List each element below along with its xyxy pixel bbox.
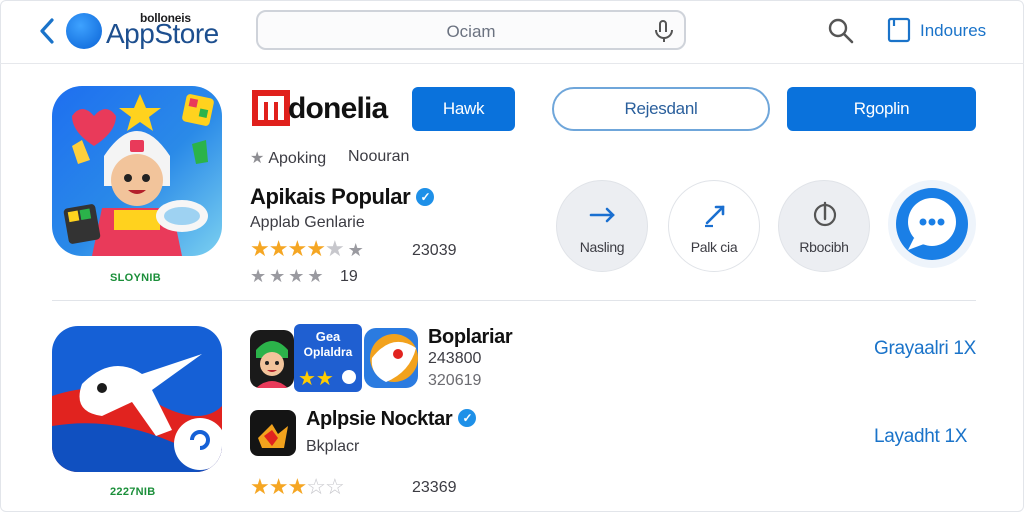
promo-stars: ★★ [298, 368, 334, 390]
mini-game-icon-3[interactable] [250, 410, 296, 456]
star-icon: ☆ [306, 474, 326, 499]
featured-secondary-stars: ★ ★ ★ ★ [250, 266, 324, 287]
search-input[interactable]: Ociam [256, 10, 686, 50]
second-app-caption: 2227NIB [110, 486, 156, 498]
action-palk-cia-label: Palk cia [690, 239, 738, 255]
star-icon: ☆ [324, 474, 345, 499]
featured-secondary-count: 19 [340, 268, 358, 285]
rgoplin-button[interactable]: Rgoplin [787, 87, 976, 131]
title-logo-mark-icon [252, 90, 290, 126]
featured-heading-text: Apikais Popular [250, 184, 411, 209]
mini-game-icon-1[interactable] [250, 330, 294, 388]
second-number-1: 243800 [428, 350, 482, 367]
side-link-2[interactable]: Layadht 1X [874, 426, 967, 448]
promo-badge-icon [342, 370, 356, 384]
microphone-icon[interactable] [652, 18, 676, 44]
star-icon: ★ [343, 240, 364, 260]
featured-subheading: Applab Genlarie [250, 214, 365, 231]
star-icon: ★ [250, 236, 270, 261]
star-icon: ★ [268, 474, 289, 499]
plane-app-icon[interactable] [52, 326, 222, 472]
promo-line-2: Oplaldra [303, 345, 353, 359]
document-icon[interactable] [886, 16, 912, 44]
star-icon: ★ [269, 266, 289, 286]
chat-icon [896, 188, 968, 260]
side-link-1[interactable]: Grayaalri 1X [874, 338, 976, 360]
featured-app-caption: SLOYNIB [110, 272, 161, 284]
rejesdanl-button[interactable]: Rejesdanl [552, 87, 770, 131]
featured-app-title: donelia [288, 92, 388, 125]
meta-tag-2: Noouran [348, 148, 410, 165]
brand-title: AppStore [106, 18, 219, 49]
top-right-link[interactable]: Indoures [920, 21, 986, 41]
hawk-button[interactable]: Hawk [412, 87, 515, 131]
action-nasling-label: Nasling [579, 239, 625, 255]
small-star-icon: ★ [250, 150, 265, 167]
star-icon: ★ [287, 236, 307, 261]
chat-button[interactable] [888, 180, 976, 268]
featured-rating-stars: ★★★★★ ★ [250, 236, 364, 262]
section-divider [52, 300, 976, 301]
action-nasling[interactable]: Nasling [556, 180, 648, 272]
second-subheading: Bkplacr [306, 438, 360, 455]
second-rating-count: 23369 [412, 479, 457, 496]
second-app-title: Boplariar [428, 326, 513, 348]
star-icon: ★ [268, 236, 289, 261]
action-palk-cia[interactable]: Palk cia [668, 180, 760, 272]
featured-rating-count: 23039 [412, 242, 457, 259]
meta-tag-1: ★ Apoking [250, 148, 326, 168]
verified-check-icon: ✓ [416, 188, 435, 206]
second-heading-text: Aplpsie Nocktar [306, 408, 453, 430]
verified-check-icon: ✓ [458, 409, 477, 427]
second-rating-stars: ★★★☆☆ [250, 474, 345, 500]
meta-tag-1-label: Apoking [268, 150, 327, 167]
top-bar: bolloneis AppStore Ociam Indoures [0, 0, 1024, 64]
search-icon[interactable] [826, 16, 856, 46]
star-icon: ★ [287, 474, 307, 499]
star-icon: ★ [250, 474, 270, 499]
star-icon: ★ [288, 266, 308, 286]
arrow-icon [589, 207, 615, 223]
star-icon: ★ [306, 236, 326, 261]
action-rbocibh-label: Rbocibh [799, 239, 849, 255]
promo-tile[interactable]: Gea Oplaldra ★★ [294, 324, 362, 392]
hero-game-icon[interactable] [52, 86, 222, 256]
promo-line-1: Gea [315, 329, 341, 344]
compass-icon [813, 201, 837, 227]
back-chevron-icon[interactable] [34, 14, 60, 48]
action-rbocibh[interactable]: Rbocibh [778, 180, 870, 272]
edit-icon [705, 205, 725, 228]
star-icon: ★ [307, 266, 323, 286]
mini-game-icon-2[interactable] [364, 328, 418, 388]
second-number-2: 320619 [428, 372, 482, 389]
search-input-text: Ociam [446, 22, 496, 41]
star-icon: ★ [250, 266, 270, 286]
featured-heading: Apikais Popular ✓ [250, 184, 435, 210]
star-icon: ★ [324, 236, 345, 261]
app-store-logo-icon [66, 13, 102, 49]
second-heading: Aplpsie Nocktar ✓ [306, 408, 477, 431]
